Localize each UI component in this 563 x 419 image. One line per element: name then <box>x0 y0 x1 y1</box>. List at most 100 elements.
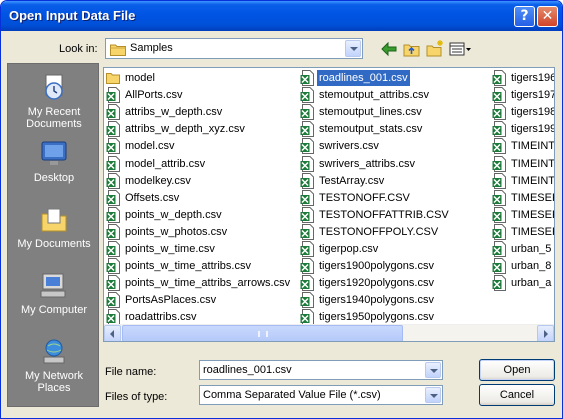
file-name-text: swrivers.csv <box>319 140 379 153</box>
place-label: My Documents <box>17 238 91 250</box>
csv-file-icon <box>106 189 120 206</box>
recent-documents-icon <box>45 74 63 100</box>
folder-icon <box>106 73 120 84</box>
place-recent-documents[interactable]: My Recent Documents <box>8 68 100 132</box>
csv-file-icon <box>492 206 506 223</box>
my-computer-icon <box>40 273 66 298</box>
file-name-text: points_w_time.csv <box>125 243 215 255</box>
csv-file-icon <box>106 275 120 292</box>
file-name-text: points_w_depth.csv <box>125 208 222 221</box>
place-label: My Computer <box>20 304 88 316</box>
file-name-text: tigers1920polygons.csv <box>319 277 434 290</box>
file-name-text: PortsAsPlaces.csv <box>125 294 217 307</box>
file-name-text: TIMEINT <box>511 140 555 153</box>
csv-file-icon <box>106 138 120 155</box>
csv-file-icon <box>300 172 314 189</box>
back-arrow-icon[interactable] <box>379 39 399 59</box>
look-in-value: Samples <box>130 42 173 54</box>
csv-file-icon <box>492 172 506 189</box>
csv-file-icon <box>492 104 506 121</box>
file-type-label: Files of type: <box>105 391 168 403</box>
places-bar: My Recent Documents Desktop My Documents <box>7 63 99 407</box>
file-list[interactable]: model AllPorts.csv attribs_w_depth.csvattr… <box>103 67 555 342</box>
views-menu-icon[interactable] <box>448 39 472 59</box>
scrollbar-grip-icon <box>258 331 268 337</box>
horizontal-scrollbar[interactable] <box>104 324 554 341</box>
close-button[interactable]: ✕ <box>537 6 558 27</box>
csv-file-icon <box>492 70 506 86</box>
file-name-text: TIMEINT <box>511 157 555 170</box>
file-name-text: attribs_w_depth.csv <box>125 106 223 119</box>
place-desktop[interactable]: Desktop <box>8 134 100 198</box>
file-name-text: urban_5 <box>511 243 552 255</box>
help-button[interactable]: ? <box>514 6 535 27</box>
csv-file-icon <box>300 189 314 206</box>
csv-file-icon <box>492 121 506 138</box>
chevron-down-icon[interactable] <box>425 387 441 403</box>
file-name-text: urban_a <box>511 277 552 290</box>
file-name-text: points_w_photos.csv <box>125 225 228 238</box>
place-my-documents[interactable]: My Documents <box>8 200 100 264</box>
csv-file-icon <box>106 258 120 275</box>
csv-file-icon <box>300 309 314 326</box>
file-name-text: TestArray.csv <box>319 174 385 187</box>
file-name-text: stemoutput_attribs.csv <box>319 89 430 102</box>
csv-file-icon <box>300 292 314 309</box>
place-network-places[interactable]: My Network Places <box>8 332 100 396</box>
file-name-text: attribs_w_depth_xyz.csv <box>125 123 245 136</box>
csv-file-icon <box>300 223 314 240</box>
file-name-text: model_attrib.csv <box>125 157 206 170</box>
csv-file-icon <box>106 206 120 223</box>
new-folder-icon[interactable] <box>425 39 445 59</box>
dialog-title: Open Input Data File <box>9 8 136 23</box>
file-type-value: Comma Separated Value File (*.csv) <box>203 389 381 401</box>
scroll-left-icon[interactable] <box>104 325 121 341</box>
file-name-text: TIMESER <box>511 191 554 204</box>
file-name-input[interactable]: roadlines_001.csv <box>199 360 443 380</box>
file-name-text: TIMESER <box>511 208 554 221</box>
file-name-text: tigers196 <box>511 72 555 84</box>
file-name-text: swrivers_attribs.csv <box>319 157 415 170</box>
file-type-dropdown[interactable]: Comma Separated Value File (*.csv) <box>199 385 443 405</box>
csv-file-icon <box>300 121 314 138</box>
file-name-text: TIMESER <box>511 225 554 238</box>
file-name-text: model.csv <box>125 140 175 153</box>
place-label: My Recent Documents <box>26 106 82 130</box>
file-name-text: TIMEINT <box>511 174 555 187</box>
csv-file-icon <box>492 189 506 206</box>
file-name-text: points_w_time_attribs.csv <box>125 260 251 273</box>
csv-file-icon <box>300 104 314 121</box>
csv-file-icon <box>106 155 120 172</box>
file-name-text: tigers199 <box>511 123 555 136</box>
file-name-text: points_w_time_attribs_arrows.csv <box>125 277 291 290</box>
file-name-text: model <box>125 72 155 84</box>
chevron-down-icon[interactable] <box>345 40 361 57</box>
csv-file-icon <box>300 70 314 86</box>
file-name-value: roadlines_001.csv <box>203 364 292 376</box>
cancel-button[interactable]: Cancel <box>479 384 555 406</box>
desktop-icon <box>41 141 67 165</box>
place-label: Desktop <box>33 172 75 184</box>
csv-file-icon <box>492 241 506 257</box>
file-name-text: AllPorts.csv <box>125 89 183 102</box>
title-bar[interactable]: Open Input Data File ? ✕ <box>1 1 562 31</box>
open-button[interactable]: Open <box>479 359 555 381</box>
chevron-down-icon[interactable] <box>425 362 441 378</box>
open-file-dialog: Open Input Data File ? ✕ Look in: Sample… <box>0 0 563 419</box>
file-name-text: roadattribs.csv <box>125 311 197 324</box>
look-in-dropdown[interactable]: Samples <box>105 38 363 59</box>
csv-file-icon <box>300 155 314 172</box>
csv-file-icon <box>106 292 120 309</box>
csv-file-icon <box>492 87 506 104</box>
file-name-text: modelkey.csv <box>125 174 191 187</box>
csv-file-icon <box>106 241 120 257</box>
csv-file-icon <box>106 309 120 326</box>
scrollbar-thumb[interactable] <box>122 325 403 341</box>
csv-file-icon <box>300 275 314 292</box>
place-my-computer[interactable]: My Computer <box>8 266 100 330</box>
up-folder-icon[interactable] <box>402 39 422 59</box>
scroll-right-icon[interactable] <box>537 325 554 341</box>
csv-file-icon <box>492 138 506 155</box>
file-name-text: TESTONOFFATTRIB.CSV <box>319 208 449 221</box>
csv-file-icon <box>106 87 120 104</box>
